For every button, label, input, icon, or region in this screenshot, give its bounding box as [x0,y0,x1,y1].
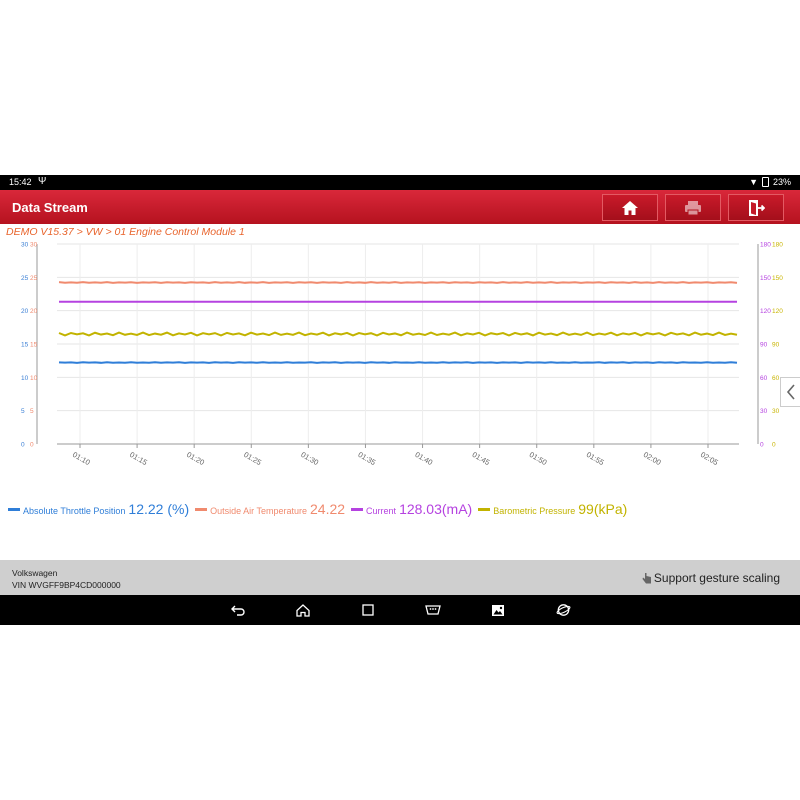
battery-icon [761,177,769,187]
browser-button[interactable] [555,602,571,618]
legend-series-value: 99(kPa) [578,501,628,517]
tablet-screen: 15:42 Ψ ▼ 23% Data Stream DEMO V15.37 > … [0,175,800,625]
home-button[interactable] [602,194,658,221]
status-bar: 15:42 Ψ ▼ 23% [0,175,800,190]
legend-swatch [351,508,364,511]
legend-item: Absolute Throttle Position 12.22 (%) [8,501,189,517]
y-tick-label-right-outer: 0 [772,442,776,449]
y-tick-label-left-inner: 5 [30,408,34,415]
chart-legend: Absolute Throttle Position 12.22 (%) Outsi… [8,501,633,517]
y-tick-label-left-inner: 30 [30,242,38,249]
usb-icon: Ψ [38,176,47,187]
series-line-barometric-pressure [58,331,738,337]
y-tick-label-right-outer: 120 [772,308,783,315]
y-tick-label-left-outer: 25 [21,275,29,282]
x-tick-label: 01:30 [299,450,320,467]
y-tick-label-left-outer: 0 [21,442,25,449]
system-nav-bar [0,595,800,625]
chevron-left-icon [786,384,795,400]
legend-swatch [8,508,20,511]
x-tick-label: 01:25 [242,450,263,467]
y-tick-label-right-outer: 60 [772,375,780,382]
home-outline-icon [296,603,310,617]
series-line-absolute-throttle-position [58,361,738,364]
legend-series-name: Barometric Pressure [493,506,576,516]
x-tick-label: 01:45 [471,450,492,467]
vehicle-make: Volkswagen [12,568,58,578]
legend-series-value: 12.22 (%) [128,501,190,517]
y-tick-label-right-outer: 90 [772,342,780,349]
vci-connector-icon [425,605,441,615]
page-title: Data Stream [12,200,88,215]
legend-swatch [195,508,208,511]
vehicle-vin: VIN WVGFF9BP4CD000000 [12,580,121,590]
y-tick-label-right-inner: 60 [760,375,768,382]
recents-icon [362,604,374,616]
y-tick-label-right-inner: 0 [760,442,764,449]
expand-panel-button[interactable] [780,377,800,407]
y-tick-label-left-outer: 5 [21,408,25,415]
recents-button[interactable] [360,602,376,618]
home-icon [622,200,638,215]
x-tick-label: 02:00 [642,450,663,467]
app-bar: Data Stream [0,190,800,224]
status-right: ▼ 23% [749,177,791,187]
print-icon [685,200,701,215]
x-tick-label: 01:15 [128,450,149,467]
image-icon [492,604,504,616]
back-icon [231,605,245,616]
status-time: 15:42 [9,177,32,187]
legend-item: Barometric Pressure 99(kPa) [478,501,627,517]
x-tick-label: 01:35 [356,450,377,467]
vci-button[interactable] [425,602,441,618]
x-tick-label: 01:20 [185,450,206,467]
exit-button[interactable] [728,194,784,221]
legend-series-name: Current [366,506,397,516]
legend-swatch [478,508,491,511]
legend-series-name: Outside Air Temperature [210,506,307,516]
y-tick-label-right-inner: 30 [760,408,768,415]
x-tick-label: 01:50 [528,450,549,467]
legend-series-name: Absolute Throttle Position [23,506,126,516]
globe-icon [556,604,570,616]
y-tick-label-right-inner: 150 [760,275,771,282]
legend-series-value: 128.03(mA) [399,501,473,517]
gesture-hint-label: Support gesture scaling [653,571,780,585]
x-tick-label: 02:05 [699,450,720,467]
series-line-outside-air-temperature [58,281,738,284]
x-tick-label: 01:55 [585,450,606,467]
screenshot-button[interactable] [490,602,506,618]
y-tick-label-right-outer: 180 [772,242,783,249]
back-button[interactable] [230,602,246,618]
y-tick-label-right-inner: 120 [760,308,771,315]
legend-item: Current 128.03(mA) [351,501,472,517]
x-tick-label: 01:10 [71,450,92,467]
y-tick-label-left-outer: 20 [21,308,29,315]
y-tick-label-right-outer: 30 [772,408,780,415]
y-tick-label-left-outer: 30 [21,242,29,249]
x-tick-label: 01:40 [414,450,435,467]
breadcrumb: DEMO V15.37 > VW > 01 Engine Control Mod… [6,226,245,238]
wifi-icon: ▼ [749,177,758,187]
vehicle-info-bar: Volkswagen VIN WVGFF9BP4CD000000 Support… [0,560,800,595]
y-tick-label-left-outer: 10 [21,375,29,382]
y-tick-label-right-outer: 150 [772,275,783,282]
y-tick-label-right-inner: 180 [760,242,771,249]
y-tick-label-left-inner: 10 [30,375,38,382]
gesture-hint: Support gesture scaling [642,571,780,585]
data-stream-chart[interactable]: 01:10 01:15 01:20 01:25 01:30 01:35 01:40 01:45… [0,239,800,469]
legend-series-value: 24.22 [310,501,346,517]
y-tick-label-right-inner: 90 [760,342,768,349]
home-nav-button[interactable] [295,602,311,618]
legend-item: Outside Air Temperature 24.22 [195,501,345,517]
y-tick-label-left-outer: 15 [21,342,29,349]
y-tick-label-left-inner: 25 [30,275,38,282]
y-tick-label-left-inner: 0 [30,442,34,449]
print-button[interactable] [665,194,721,221]
y-tick-label-left-inner: 20 [30,308,38,315]
y-tick-label-left-inner: 15 [30,342,38,349]
exit-icon [749,199,765,216]
hand-gesture-icon [642,573,651,584]
battery-level: 23% [772,177,791,187]
